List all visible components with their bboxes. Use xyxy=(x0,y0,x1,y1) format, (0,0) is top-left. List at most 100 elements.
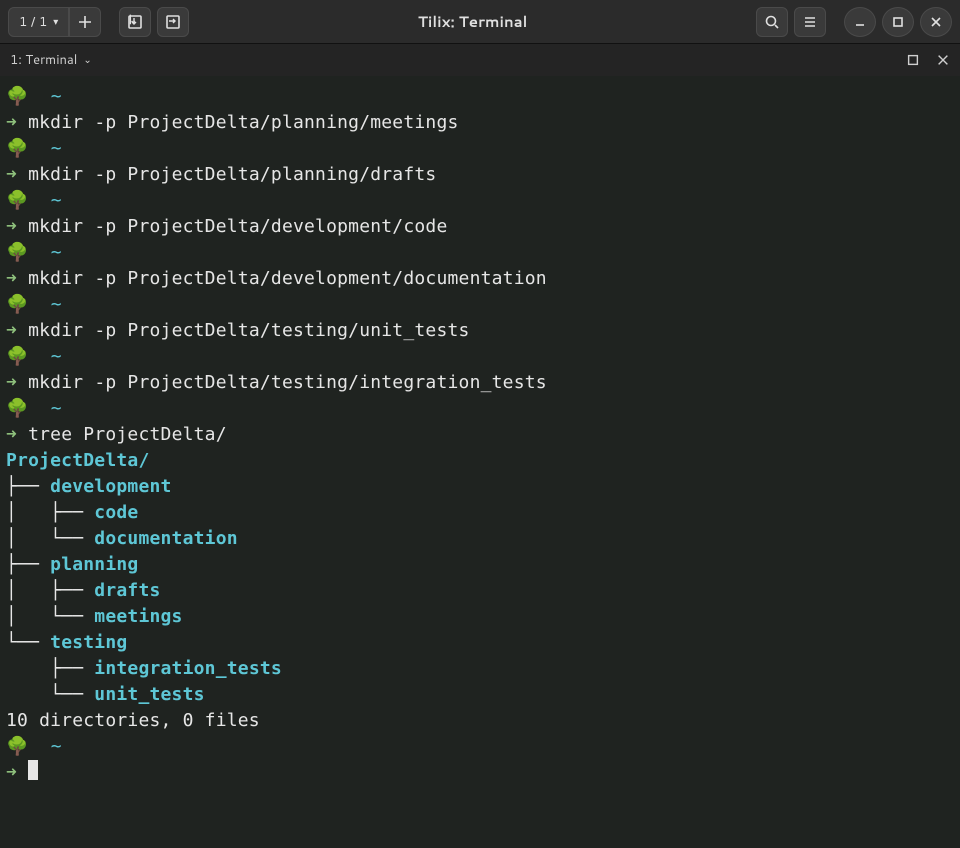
prompt-line: 🌳 ~ xyxy=(6,188,954,214)
command-line: ➜ mkdir -p ProjectDelta/development/docu… xyxy=(6,266,954,292)
tree-connector: ├── xyxy=(6,476,50,497)
command-text: mkdir -p ProjectDelta/testing/unit_tests xyxy=(28,320,469,341)
tree-line: ├── integration_tests xyxy=(6,656,954,682)
prompt-arrow: ➜ xyxy=(6,216,17,237)
close-terminal-icon[interactable] xyxy=(936,53,950,67)
prompt-line: 🌳 ~ xyxy=(6,734,954,760)
prompt-arrow: ➜ xyxy=(6,424,17,445)
search-button[interactable] xyxy=(756,7,788,37)
text-cursor xyxy=(28,760,38,780)
command-text: tree ProjectDelta/ xyxy=(28,424,227,445)
tree-icon: 🌳 xyxy=(6,396,29,422)
tree-connector: │ └── xyxy=(6,528,94,549)
tree-line: │ └── documentation xyxy=(6,526,954,552)
terminal-titlebar: 1: Terminal ⌄ xyxy=(0,44,960,76)
plus-icon xyxy=(77,14,93,30)
tree-root: ProjectDelta/ xyxy=(6,448,954,474)
menu-button[interactable] xyxy=(794,7,826,37)
prompt-line: 🌳 ~ xyxy=(6,240,954,266)
prompt-cwd: ~ xyxy=(51,398,62,419)
tree-line: └── testing xyxy=(6,630,954,656)
tree-entry: planning xyxy=(50,554,138,575)
prompt-arrow: ➜ xyxy=(6,372,17,393)
close-icon xyxy=(928,14,944,30)
terminal-title-actions xyxy=(906,53,950,67)
chevron-down-icon: ▾ xyxy=(53,15,58,29)
prompt-cwd: ~ xyxy=(51,190,62,211)
split-down-button[interactable] xyxy=(119,7,151,37)
command-line: ➜ tree ProjectDelta/ xyxy=(6,422,954,448)
terminal-title-label: 1: Terminal xyxy=(10,51,77,69)
command-text: mkdir -p ProjectDelta/planning/drafts xyxy=(28,164,436,185)
tree-line: │ ├── drafts xyxy=(6,578,954,604)
active-prompt[interactable]: ➜ xyxy=(6,760,954,786)
prompt-line: 🌳 ~ xyxy=(6,136,954,162)
headerbar: 1 / 1 ▾ Tilix: Terminal xyxy=(0,0,960,44)
tree-line: └── unit_tests xyxy=(6,682,954,708)
tree-icon: 🌳 xyxy=(6,344,29,370)
split-right-button[interactable] xyxy=(157,7,189,37)
prompt-line: 🌳 ~ xyxy=(6,292,954,318)
session-count-button[interactable]: 1 / 1 ▾ xyxy=(8,7,69,37)
close-button[interactable] xyxy=(920,7,952,37)
tree-entry: meetings xyxy=(94,606,182,627)
tree-icon: 🌳 xyxy=(6,240,29,266)
prompt-cwd: ~ xyxy=(51,138,62,159)
tree-connector: ├── xyxy=(6,554,50,575)
prompt-cwd: ~ xyxy=(51,242,62,263)
prompt-cwd: ~ xyxy=(51,736,62,757)
prompt-line: 🌳 ~ xyxy=(6,396,954,422)
tree-connector: │ ├── xyxy=(6,502,94,523)
tree-icon: 🌳 xyxy=(6,292,29,318)
split-down-icon xyxy=(127,14,143,30)
session-count-label: 1 / 1 xyxy=(19,13,47,31)
split-right-icon xyxy=(165,14,181,30)
tree-icon: 🌳 xyxy=(6,84,29,110)
prompt-cwd: ~ xyxy=(51,346,62,367)
tree-root-name: ProjectDelta/ xyxy=(6,450,149,471)
command-line: ➜ mkdir -p ProjectDelta/planning/drafts xyxy=(6,162,954,188)
prompt-cwd: ~ xyxy=(51,294,62,315)
minimize-icon xyxy=(852,14,868,30)
prompt-arrow: ➜ xyxy=(6,268,17,289)
headerbar-right xyxy=(756,7,952,37)
prompt-line: 🌳 ~ xyxy=(6,344,954,370)
maximize-button[interactable] xyxy=(882,7,914,37)
tree-entry: integration_tests xyxy=(94,658,282,679)
add-session-button[interactable] xyxy=(69,7,101,37)
hamburger-icon xyxy=(802,14,818,30)
tree-connector: │ ├── xyxy=(6,580,94,601)
tree-entry: code xyxy=(94,502,138,523)
command-line: ➜ mkdir -p ProjectDelta/testing/integrat… xyxy=(6,370,954,396)
window-title: Tilix: Terminal xyxy=(195,11,750,32)
minimize-button[interactable] xyxy=(844,7,876,37)
tree-line: │ └── meetings xyxy=(6,604,954,630)
chevron-down-icon: ⌄ xyxy=(83,53,91,67)
restore-icon[interactable] xyxy=(906,53,920,67)
search-icon xyxy=(764,14,780,30)
command-text: mkdir -p ProjectDelta/development/docume… xyxy=(28,268,547,289)
tree-summary: 10 directories, 0 files xyxy=(6,708,954,734)
tree-icon: 🌳 xyxy=(6,734,29,760)
terminal-viewport[interactable]: 🌳 ~➜ mkdir -p ProjectDelta/planning/meet… xyxy=(0,76,960,848)
command-line: ➜ mkdir -p ProjectDelta/testing/unit_tes… xyxy=(6,318,954,344)
prompt-line: 🌳 ~ xyxy=(6,84,954,110)
prompt-arrow: ➜ xyxy=(6,320,17,341)
prompt-arrow: ➜ xyxy=(6,112,17,133)
tree-line: │ ├── code xyxy=(6,500,954,526)
command-line: ➜ mkdir -p ProjectDelta/planning/meeting… xyxy=(6,110,954,136)
headerbar-left: 1 / 1 ▾ xyxy=(8,7,189,37)
tree-connector: ├── xyxy=(6,658,94,679)
tree-entry: unit_tests xyxy=(94,684,204,705)
prompt-cwd: ~ xyxy=(51,86,62,107)
command-text: mkdir -p ProjectDelta/development/code xyxy=(28,216,447,237)
tree-connector: │ └── xyxy=(6,606,94,627)
terminal-title-dropdown[interactable]: 1: Terminal ⌄ xyxy=(10,51,92,69)
tree-entry: drafts xyxy=(94,580,160,601)
tree-summary-text: 10 directories, 0 files xyxy=(6,710,260,731)
maximize-icon xyxy=(890,14,906,30)
tree-line: ├── planning xyxy=(6,552,954,578)
tree-icon: 🌳 xyxy=(6,188,29,214)
prompt-arrow: ➜ xyxy=(6,164,17,185)
prompt-arrow: ➜ xyxy=(6,762,17,783)
